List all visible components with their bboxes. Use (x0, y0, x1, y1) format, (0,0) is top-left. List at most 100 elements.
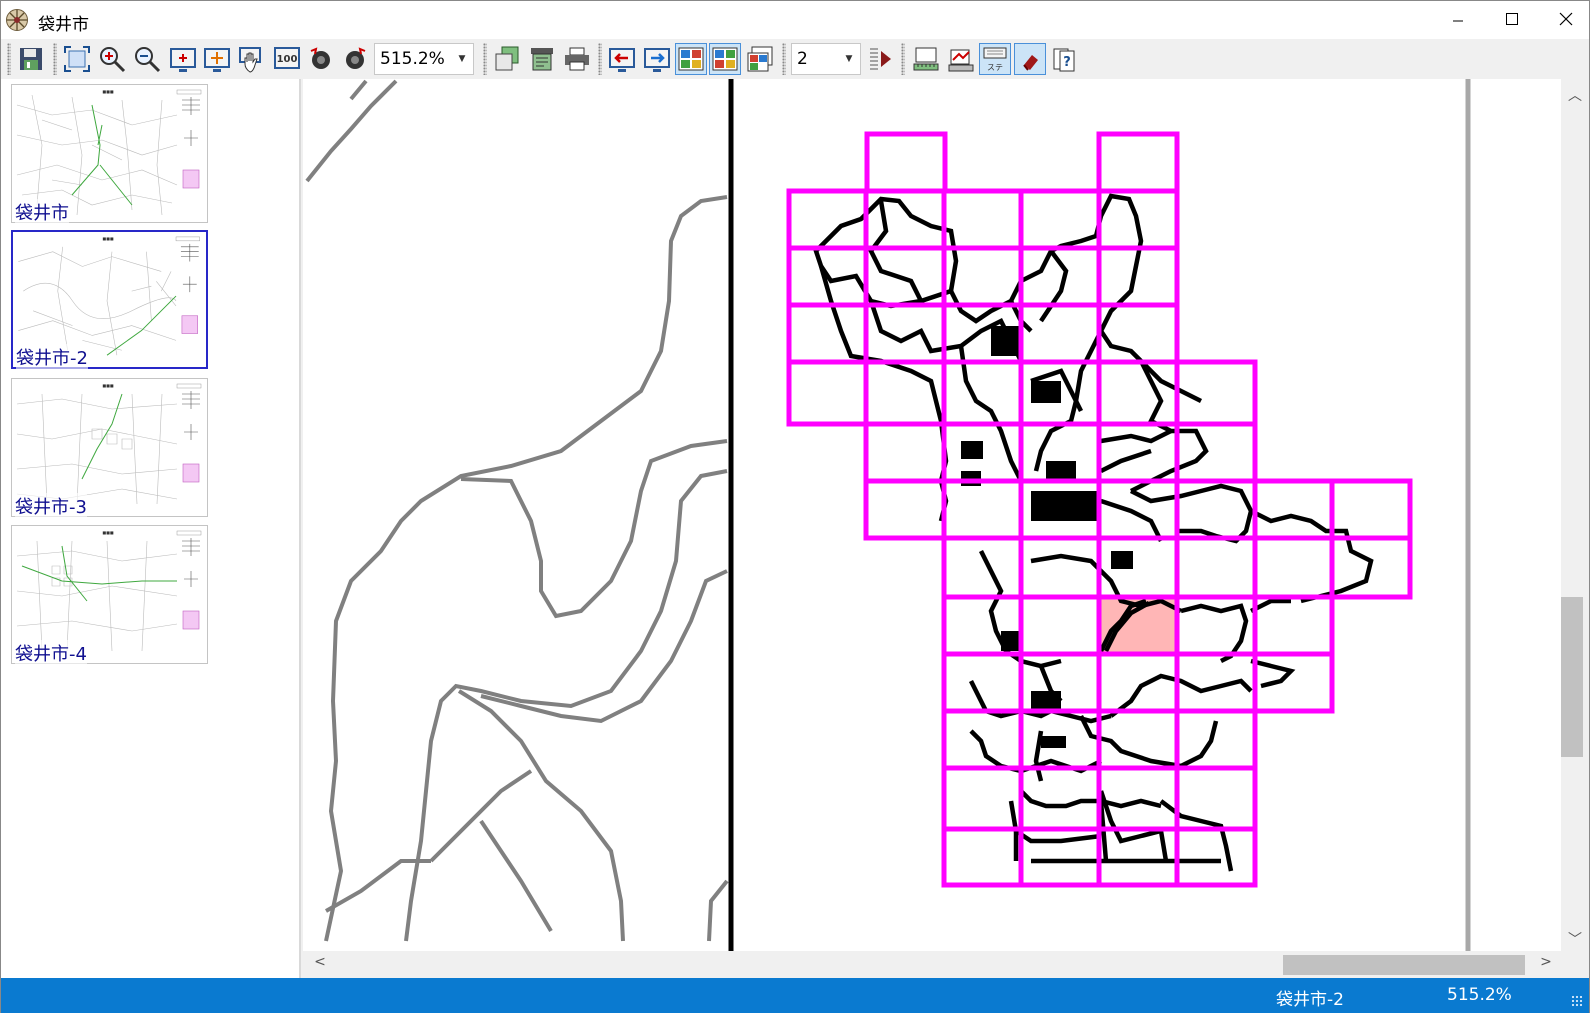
ruler-button[interactable] (910, 43, 942, 75)
next-page-icon (644, 48, 670, 72)
rotate-left-button[interactable] (305, 43, 337, 75)
zoom-in-icon (100, 47, 126, 73)
resize-grip-icon[interactable] (1571, 995, 1583, 1007)
zoom-100-icon: 100 (274, 47, 300, 69)
fit-page-icon (64, 46, 90, 72)
map-viewport[interactable] (303, 79, 1561, 951)
hand-tool-icon (239, 47, 261, 73)
thumbnail-label: 袋井市-2 (16, 344, 88, 370)
zoom-out-icon (135, 47, 161, 73)
title-bar: 袋井市 (1, 1, 1589, 39)
page-select[interactable]: 2 ▼ (791, 43, 861, 75)
zoom-100-button[interactable]: 100 (271, 43, 303, 75)
zoom-area-button[interactable] (167, 43, 199, 75)
minimize-icon (1453, 20, 1463, 22)
save-button[interactable] (15, 43, 47, 75)
stamp-icon: ステ (983, 47, 1007, 72)
status-bar: 袋井市-2 515.2% (1, 978, 1589, 1013)
svg-text:■■■: ■■■ (102, 530, 114, 535)
toolbar-grip[interactable] (483, 43, 487, 75)
printer-button[interactable] (561, 43, 593, 75)
printer-icon (565, 47, 589, 71)
previous-page-button[interactable] (606, 43, 638, 75)
fit-page-button[interactable] (61, 43, 93, 75)
thumbnail-panel: ■■■ 袋井市 ■■■ 袋井市-2 ■■■ 袋井市-3 ■■■ 袋井市-4 (1, 79, 301, 978)
thumbnail-label: 袋井市-3 (15, 493, 87, 519)
save-icon (20, 48, 42, 70)
contour-lines (305, 79, 729, 942)
zoom-in-button[interactable] (96, 43, 128, 75)
eraser-icon (1023, 55, 1038, 71)
previous-page-icon (609, 48, 635, 72)
chevron-down-icon: ▼ (458, 54, 466, 64)
svg-text:■■■: ■■■ (102, 89, 114, 94)
page-thumbnail[interactable]: ■■■ 袋井市-4 (11, 525, 208, 666)
stamp-button[interactable]: ステ (979, 43, 1011, 75)
scrollbar-corner (1561, 951, 1589, 978)
print-preview-button[interactable] (526, 43, 558, 75)
index-grid (786, 131, 1413, 888)
next-page-button[interactable] (641, 43, 673, 75)
measure-button[interactable] (945, 43, 977, 75)
app-logo-icon (6, 9, 28, 31)
page-thumbnail[interactable]: ■■■ 袋井市-3 (11, 378, 208, 519)
layout-grid-button[interactable] (709, 43, 741, 75)
thumbnail-label: 袋井市 (15, 199, 69, 225)
svg-text:■■■: ■■■ (102, 383, 114, 388)
vertical-scrollbar[interactable] (1561, 79, 1589, 951)
zoom-out-button[interactable] (131, 43, 163, 75)
scroll-left-icon[interactable]: < (309, 954, 331, 970)
print-preview-icon (531, 48, 553, 71)
window-title: 袋井市 (38, 15, 89, 35)
svg-text:ステ: ステ (987, 63, 1003, 72)
scroll-down-icon[interactable]: ﹀ (1564, 929, 1586, 949)
pan-center-button[interactable] (201, 43, 233, 75)
toolbar-grip[interactable] (901, 43, 905, 75)
rotate-right-button[interactable] (339, 43, 371, 75)
app-window: 袋井市 100 515.2% ▼ 2 ▼ ステ ? ■■■ 袋井市 ■■■ 袋井… (0, 0, 1590, 1013)
go-to-page-button[interactable] (865, 43, 897, 75)
toolbar-grip[interactable] (782, 43, 786, 75)
hand-tool-button[interactable] (236, 43, 268, 75)
close-button[interactable] (1539, 1, 1590, 37)
page-thumbnail[interactable]: ■■■ 袋井市 (11, 84, 208, 225)
toolbar-grip[interactable] (598, 43, 602, 75)
vertical-scroll-thumb[interactable] (1561, 597, 1583, 757)
maximize-button[interactable] (1485, 1, 1539, 37)
ruler-icon (913, 47, 939, 71)
page-thumbnail-selected[interactable]: ■■■ 袋井市-2 (11, 230, 208, 370)
minimize-button[interactable] (1431, 1, 1485, 37)
main-toolbar: 100 515.2% ▼ 2 ▼ ステ ? (1, 39, 1589, 79)
rotate-left-icon (310, 47, 330, 69)
scroll-right-icon[interactable]: > (1535, 954, 1557, 970)
measure-icon (948, 49, 974, 72)
help-button[interactable]: ? (1048, 43, 1080, 75)
maximize-icon (1506, 13, 1518, 25)
scroll-up-icon[interactable]: ︿ (1564, 85, 1586, 105)
status-document-name: 袋井市-2 (1276, 990, 1344, 1010)
svg-text:100: 100 (277, 54, 298, 65)
page-select-value: 2 (797, 49, 808, 69)
zoom-select-value: 515.2% (380, 49, 445, 69)
status-zoom-level: 515.2% (1447, 985, 1512, 1005)
toolbar-grip[interactable] (7, 43, 11, 75)
layout-multi-button[interactable] (744, 43, 776, 75)
map-canvas (305, 79, 1471, 951)
horizontal-scroll-thumb[interactable] (1283, 955, 1525, 975)
zoom-select[interactable]: 515.2% ▼ (374, 43, 474, 75)
copy-button[interactable] (491, 43, 523, 75)
chevron-down-icon: ▼ (845, 54, 853, 64)
svg-text:?: ? (1063, 55, 1071, 70)
rotate-right-icon (346, 47, 366, 69)
layout-multi-icon (747, 46, 773, 72)
layout-grid-icon (712, 47, 738, 71)
toolbar-grip[interactable] (53, 43, 57, 75)
layout-single-button[interactable] (675, 43, 707, 75)
eraser-button[interactable] (1014, 43, 1046, 75)
help-icon: ? (1053, 48, 1075, 72)
close-icon (1559, 12, 1573, 26)
go-to-page-icon (870, 48, 891, 70)
zoom-area-icon (170, 48, 196, 72)
pan-center-icon (204, 48, 230, 72)
svg-text:■■■: ■■■ (102, 236, 113, 241)
